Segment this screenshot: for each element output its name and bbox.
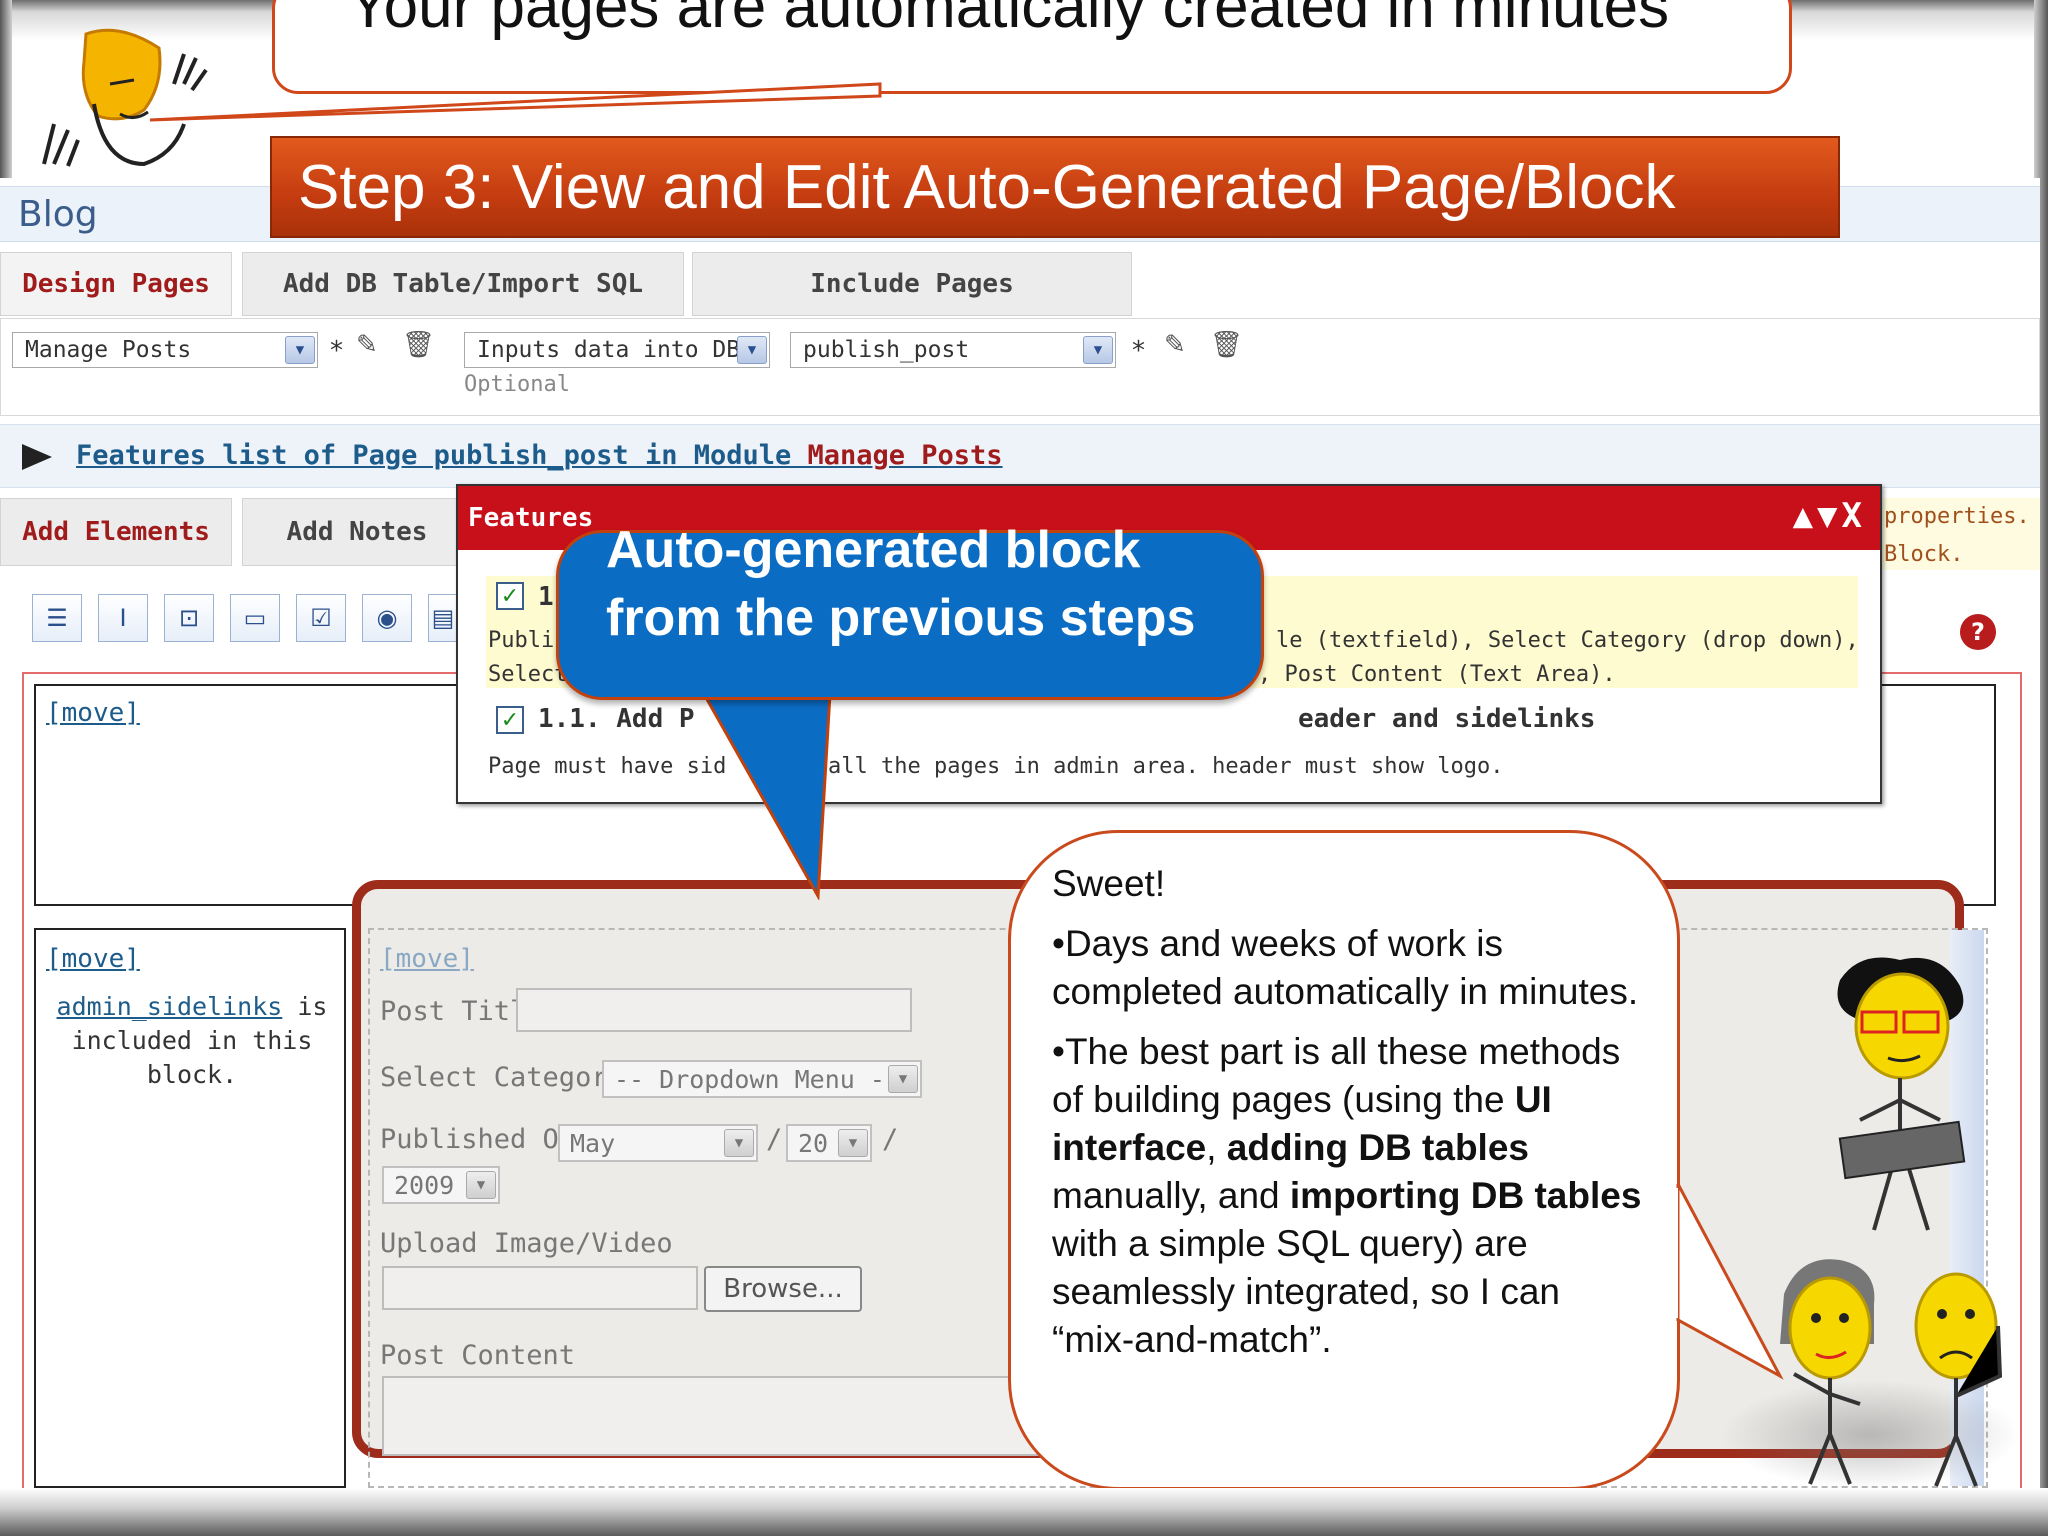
upload-file-input[interactable] <box>382 1266 698 1310</box>
date-separator: / <box>882 1124 899 1155</box>
textarea-element-icon[interactable]: ▭ <box>230 594 280 642</box>
feature-item-2-desc-b: all the pages in admin area. header must… <box>828 754 1504 779</box>
speech-b2-b: , <box>1206 1127 1227 1168</box>
speech-b2-c: manually, and <box>1052 1175 1290 1216</box>
typing-character-icon <box>1837 957 1966 1231</box>
sidelinks-link[interactable]: admin_sidelinks <box>57 992 283 1021</box>
year-select[interactable]: 2009 ▼ <box>382 1166 500 1204</box>
page-select[interactable]: publish_post ▼ <box>790 332 1116 368</box>
speech-b2-add: adding DB tables <box>1226 1127 1529 1168</box>
label-element-icon[interactable]: ⊡ <box>164 594 214 642</box>
tab-add-elements[interactable]: Add Elements <box>0 498 232 566</box>
chevron-down-icon: ▼ <box>724 1129 754 1157</box>
published-on-label: Published On <box>380 1124 576 1155</box>
worried-character-icon <box>1914 1272 2003 1487</box>
checkbox-element-icon[interactable]: ☑ <box>296 594 346 642</box>
category-select-value: -- Dropdown Menu -- <box>614 1064 900 1094</box>
speech-bullet1: •Days and weeks of work is completed aut… <box>1052 923 1639 1012</box>
day-select[interactable]: 20 ▼ <box>786 1124 872 1162</box>
year-select-value: 2009 <box>394 1170 455 1200</box>
feature-item-1-desc-c: le (textfield), Select Category (drop do… <box>1276 628 1859 653</box>
chevron-down-icon: ▼ <box>1083 336 1113 364</box>
popup-controls-icon[interactable]: ▲▼X <box>1793 496 1866 536</box>
day-select-value: 20 <box>798 1128 829 1158</box>
thinking-character-icon <box>1780 1259 1875 1485</box>
step-banner: Step 3: View and Edit Auto-Generated Pag… <box>270 136 1840 238</box>
feature-item-2-desc-a: Page must have sid <box>488 754 727 779</box>
title-bubble-pointer <box>149 82 882 122</box>
chevron-down-icon: ▼ <box>888 1065 918 1093</box>
sidelinks-note: admin_sidelinks is included in this bloc… <box>42 990 342 1092</box>
tab-design-pages[interactable]: Design Pages <box>0 252 232 316</box>
waving-character-icon <box>42 28 208 167</box>
properties-note-line1: properties. <box>1884 504 2030 529</box>
tab-add-db-table[interactable]: Add DB Table/Import SQL <box>242 252 684 316</box>
features-link-module[interactable]: Manage Posts <box>808 440 1003 471</box>
month-select[interactable]: May ▼ <box>558 1124 758 1162</box>
category-label: Select Category <box>380 1062 624 1093</box>
purpose-select[interactable]: Inputs data into DB ▼ <box>464 332 770 368</box>
required-mark: * <box>1132 336 1145 366</box>
play-arrow-icon[interactable] <box>22 444 52 470</box>
list-element-icon[interactable]: ☰ <box>32 594 82 642</box>
edit-pen-icon[interactable]: ✎ <box>1164 330 1186 360</box>
speech-b2-imp: importing DB tables <box>1289 1175 1642 1216</box>
feature-item-1-desc-d: , Post Content (Text Area). <box>1258 662 1616 687</box>
trash-icon[interactable]: 🗑 <box>1210 330 1243 360</box>
chevron-down-icon: ▼ <box>838 1129 868 1157</box>
move-handle[interactable]: [move] <box>46 698 140 728</box>
upload-label: Upload Image/Video <box>380 1228 673 1259</box>
feature-item-2-title-a: 1.1. Add P <box>538 704 695 734</box>
speech-b2-d: with a simple SQL query) are seamlessly … <box>1052 1223 1560 1360</box>
speech-text: Sweet! •Days and weeks of work is comple… <box>1052 860 1652 1376</box>
trash-icon[interactable]: 🗑 <box>402 330 435 360</box>
required-mark: * <box>330 336 343 366</box>
blog-title: Blog <box>18 194 98 235</box>
browse-button[interactable]: Browse... <box>704 1266 862 1312</box>
feature-item-2-title-b: eader and sidelinks <box>1298 704 1596 734</box>
post-content-textarea[interactable] <box>382 1376 1042 1456</box>
tab-include-pages[interactable]: Include Pages <box>692 252 1132 316</box>
feature-item-1-desc-b: Select <box>488 662 568 687</box>
feature-checkbox[interactable]: ✓ <box>496 706 524 734</box>
speech-line1: Sweet! <box>1052 863 1166 904</box>
blue-callout-text: Auto-generated block from the previous s… <box>606 521 1196 647</box>
speech-bullet2: •The best part is all these methods of b… <box>1052 1028 1652 1364</box>
features-link-prefix: Features list of Page publish_post in Mo… <box>76 440 808 471</box>
page-select-value: publish_post <box>803 337 970 363</box>
chevron-down-icon: ▼ <box>737 336 767 364</box>
feature-checkbox[interactable]: ✓ <box>496 582 524 610</box>
chevron-down-icon: ▼ <box>466 1171 496 1199</box>
tab-add-notes[interactable]: Add Notes <box>242 498 472 566</box>
module-select-value: Manage Posts <box>25 337 192 363</box>
radio-element-icon[interactable]: ◉ <box>362 594 412 642</box>
features-popup-title: Features <box>468 503 594 533</box>
properties-note-line2: Block. <box>1884 542 1964 567</box>
month-select-value: May <box>570 1128 616 1158</box>
slide-frame-bottom <box>0 1488 2048 1536</box>
slide-title: Your pages are automatically created in … <box>348 0 1670 41</box>
help-icon[interactable]: ? <box>1960 614 1996 650</box>
post-title-input[interactable] <box>516 988 912 1032</box>
category-select[interactable]: -- Dropdown Menu -- ▼ <box>602 1060 922 1098</box>
more-element-icon[interactable]: ▤ <box>428 594 458 642</box>
blue-callout-pointer <box>701 692 832 900</box>
move-handle[interactable]: [move] <box>46 944 140 974</box>
chevron-down-icon: ▼ <box>285 336 315 364</box>
post-content-label-text: Post Content <box>380 1340 576 1371</box>
textfield-element-icon[interactable]: Ⅰ <box>98 594 148 642</box>
properties-note: properties. Block. <box>1880 498 2040 570</box>
optional-label: Optional <box>464 372 570 397</box>
edit-pen-icon[interactable]: ✎ <box>356 330 378 360</box>
date-separator: / <box>766 1124 783 1155</box>
features-list-link[interactable]: Features list of Page publish_post in Mo… <box>76 440 1003 471</box>
purpose-select-value: Inputs data into DB <box>477 337 741 363</box>
move-handle[interactable]: [move] <box>380 944 474 974</box>
feature-item-1-number: 1 <box>538 582 554 612</box>
module-select[interactable]: Manage Posts ▼ <box>12 332 318 368</box>
